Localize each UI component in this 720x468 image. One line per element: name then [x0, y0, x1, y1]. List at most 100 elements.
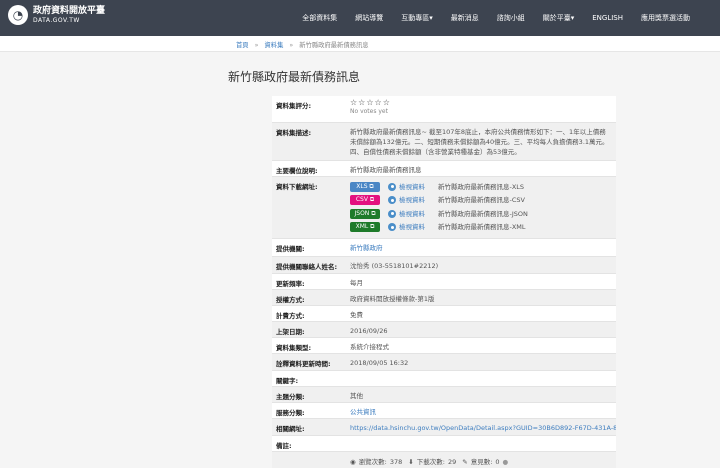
breadcrumb: 首頁 » 資料集 » 新竹縣政府最新債務訊息	[236, 40, 369, 49]
label-keywords: 關鍵字:	[276, 377, 299, 385]
main-nav: 全部資料集 網站導覽 互動專區▾ 最新消息 諮詢小組 關於平臺▾ ENGLISH…	[284, 0, 690, 36]
breadcrumb-datasets[interactable]: 資料集	[264, 42, 283, 49]
download-list: XLS ⧉ 檢視資料 新竹縣政府最新債務訊息-XLS CSV ⧉ 檢視資料 新竹…	[347, 177, 616, 238]
row-url: 相關網址: https://data.hsinchu.gov.tw/OpenDa…	[272, 419, 616, 436]
frequency-value: 每月	[350, 279, 363, 287]
download-item: JSON ⧉ 檢視資料 新竹縣政府最新債務訊息-JSON	[350, 207, 612, 221]
label-description: 資料集描述:	[276, 129, 312, 137]
row-type: 資料集類型: 系統介接程式	[272, 338, 616, 354]
row-contact: 提供機關聯絡人姓名: 沈怡秀 (03-5518101#2212)	[272, 257, 616, 274]
label-frequency: 更新頻率:	[276, 280, 305, 288]
label-url: 相關網址:	[276, 425, 305, 433]
nav-about[interactable]: 關於平臺▾	[543, 13, 575, 23]
label-columns: 主要欄位說明:	[276, 167, 318, 175]
format-badge-csv[interactable]: CSV ⧉	[350, 195, 380, 206]
nav-news[interactable]: 最新消息	[451, 13, 479, 23]
breadcrumb-separator: »	[289, 42, 294, 49]
contact-value: 沈怡秀 (03-5518101#2212)	[350, 262, 439, 270]
rating-stars[interactable]: ☆☆☆☆☆	[350, 98, 612, 107]
view-data-link[interactable]: 檢視資料	[399, 209, 425, 219]
top-bar: ◔ 政府資料開放平臺 DATA.GOV.TW 全部資料集 網站導覽 互動專區▾ …	[0, 0, 720, 36]
eye-icon	[388, 209, 396, 218]
views-count: 378	[389, 458, 403, 466]
type-value: 系統介接程式	[350, 343, 389, 351]
service-link[interactable]: 公共資訊	[350, 408, 376, 416]
launch-date-value: 2016/09/26	[350, 327, 388, 335]
updated-value: 2018/09/05 16:32	[350, 359, 409, 367]
label-remarks: 備註:	[276, 442, 292, 450]
download-name: 新竹縣政府最新債務訊息-JSON	[438, 209, 528, 218]
rating-votes: No votes yet	[350, 108, 388, 115]
row-updated: 詮釋資料更新時間: 2018/09/05 16:32	[272, 354, 616, 371]
download-name: 新竹縣政府最新債務訊息-XML	[438, 223, 526, 232]
row-service: 服務分類: 公共資訊	[272, 403, 616, 419]
nav-site-map[interactable]: 網站導覽	[355, 13, 383, 23]
comments-label: 意見數:	[470, 458, 493, 466]
view-data-link[interactable]: 檢視資料	[399, 195, 425, 205]
breadcrumb-separator: »	[254, 42, 259, 49]
row-description: 資料集描述: 新竹縣政府最新債務訊息~ 截至107年8底止，本府公共債務情形如下…	[272, 123, 616, 161]
nav-english[interactable]: ENGLISH	[592, 14, 623, 22]
nav-all-datasets[interactable]: 全部資料集	[302, 13, 337, 23]
row-frequency: 更新頻率: 每月	[272, 274, 616, 290]
downloads-count: 29	[447, 458, 457, 466]
row-launch-date: 上架日期: 2016/09/26	[272, 322, 616, 338]
nav-advisory[interactable]: 諮詢小組	[497, 13, 525, 23]
row-license: 授權方式: 政府資料開放授權條款-第1版	[272, 290, 616, 306]
breadcrumb-home[interactable]: 首頁	[236, 42, 249, 49]
row-columns: 主要欄位說明: 新竹縣政府最新債務訊息	[272, 161, 616, 177]
logo-title: 政府資料開放平臺	[33, 5, 106, 16]
views-label: 瀏覽次數:	[358, 458, 387, 466]
description-value: 新竹縣政府最新債務訊息~ 截至107年8底止，本府公共債務情形如下：一、1年以上…	[350, 128, 609, 156]
keywords-value	[347, 371, 616, 386]
label-updated: 詮釋資料更新時間:	[276, 360, 331, 368]
row-rating: 資料集評分: ☆☆☆☆☆ No votes yet	[272, 96, 616, 123]
label-downloads: 資料下載網址:	[276, 183, 318, 191]
label-launch-date: 上架日期:	[276, 328, 305, 336]
site-logo[interactable]: ◔ 政府資料開放平臺 DATA.GOV.TW	[8, 5, 105, 25]
eye-icon: ◉	[350, 458, 356, 466]
row-stats: ◉ 瀏覽次數: 378 ⬇ 下載次數: 29 ✎ 意見數: 0 ●	[272, 452, 616, 468]
nav-award-vote[interactable]: 應用獎票選活動	[641, 13, 690, 23]
agency-link[interactable]: 新竹縣政府	[350, 244, 383, 252]
label-license: 授權方式:	[276, 296, 305, 304]
label-type: 資料集類型:	[276, 344, 312, 352]
breadcrumb-current: 新竹縣政府最新債務訊息	[299, 42, 369, 49]
view-data-link[interactable]: 檢視資料	[399, 222, 425, 232]
label-topic: 主題分類:	[276, 393, 305, 401]
eye-icon	[388, 182, 396, 191]
format-badge-xml[interactable]: XML ⧉	[350, 222, 380, 233]
row-remarks: 備註:	[272, 436, 616, 452]
label-rating: 資料集評分:	[276, 102, 312, 110]
label-agency: 提供機關:	[276, 245, 305, 253]
eye-icon	[388, 196, 396, 205]
row-topic: 主題分類: 其他	[272, 387, 616, 403]
columns-value: 新竹縣政府最新債務訊息	[350, 166, 422, 174]
downloads-label: 下載次數:	[416, 458, 445, 466]
label-contact: 提供機關聯絡人姓名:	[276, 263, 338, 271]
format-badge-xls[interactable]: XLS ⧉	[350, 181, 380, 192]
logo-subtitle: DATA.GOV.TW	[33, 16, 80, 24]
download-item: CSV ⧉ 檢視資料 新竹縣政府最新債務訊息-CSV	[350, 194, 612, 208]
related-url-link[interactable]: https://data.hsinchu.gov.tw/OpenData/Det…	[350, 424, 616, 432]
download-name: 新竹縣政府最新債務訊息-XLS	[438, 182, 525, 191]
download-name: 新竹縣政府最新債務訊息-CSV	[438, 196, 525, 205]
comments-count: 0	[495, 458, 500, 466]
format-badge-json[interactable]: JSON ⧉	[350, 208, 380, 219]
page-title: 新竹縣政府最新債務訊息	[228, 70, 361, 84]
nav-interactive[interactable]: 互動專區▾	[401, 13, 433, 23]
download-item: XLS ⧉ 檢視資料 新竹縣政府最新債務訊息-XLS	[350, 180, 612, 194]
breadcrumb-bar: 首頁 » 資料集 » 新竹縣政府最新債務訊息	[0, 36, 720, 52]
fee-value: 免費	[350, 311, 363, 319]
logo-icon: ◔	[8, 5, 28, 25]
dataset-stats: ◉ 瀏覽次數: 378 ⬇ 下載次數: 29 ✎ 意見數: 0 ●	[347, 452, 616, 468]
row-agency: 提供機關: 新竹縣政府	[272, 239, 616, 257]
row-fee: 計費方式: 免費	[272, 306, 616, 322]
remarks-value	[347, 436, 616, 451]
download-item: XML ⧉ 檢視資料 新竹縣政府最新債務訊息-XML	[350, 221, 612, 235]
row-keywords: 關鍵字:	[272, 371, 616, 387]
chat-icon[interactable]: ●	[503, 457, 509, 467]
view-data-link[interactable]: 檢視資料	[399, 182, 425, 192]
license-value: 政府資料開放授權條款-第1版	[350, 295, 435, 303]
row-downloads: 資料下載網址: XLS ⧉ 檢視資料 新竹縣政府最新債務訊息-XLS CSV ⧉…	[272, 177, 616, 239]
